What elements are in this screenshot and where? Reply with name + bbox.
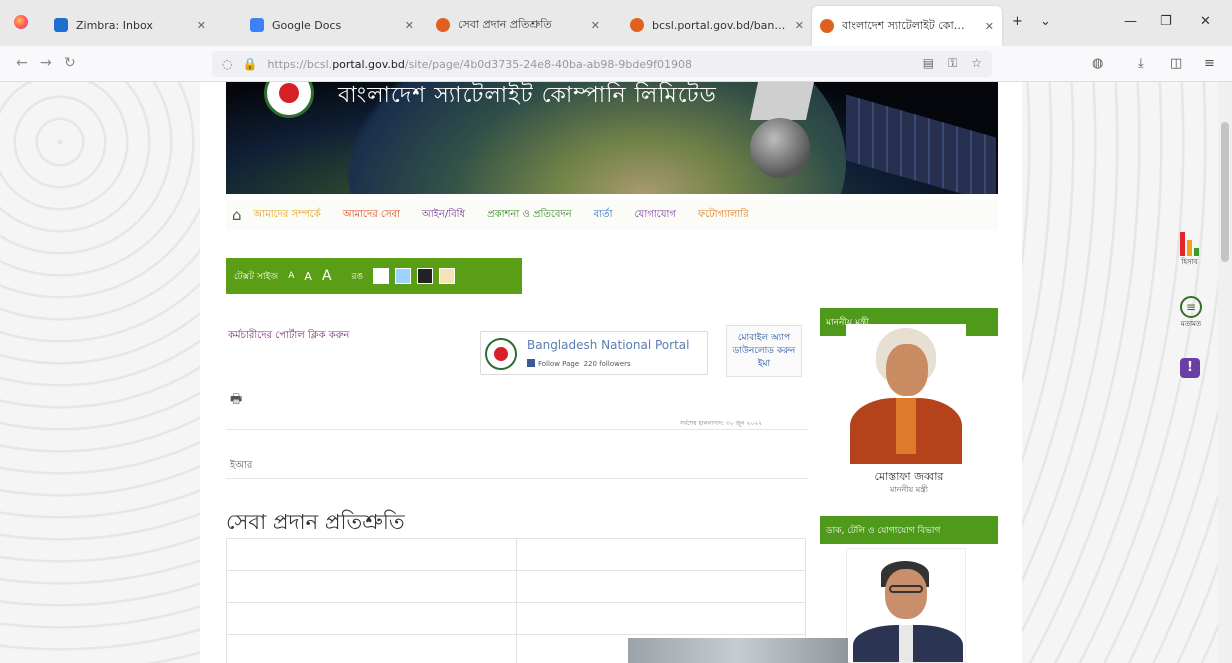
key-icon[interactable]: ⚿ (948, 56, 957, 71)
color-swatch-blue[interactable] (395, 268, 412, 284)
color-label: রঙ (351, 271, 364, 282)
menu-item-laws[interactable]: আইন/বিধি (422, 207, 465, 224)
divider (226, 478, 808, 479)
address-bar[interactable]: ◌ 🔒 https://bcsl. portal.gov.bd/site/page… (212, 51, 992, 77)
text-size-label: টেক্সট সাইজ (234, 271, 279, 282)
bookmark-star-icon[interactable]: ☆ (971, 56, 982, 71)
close-window-icon[interactable]: ✕ (1200, 14, 1211, 29)
text-size-increase[interactable]: A (322, 268, 332, 284)
page-content: বাংলাদেশ স্যাটেলাইট কোম্পানি লিমিটেড ⌂ আ… (200, 82, 1022, 663)
tab-zimbra[interactable]: Zimbra: Inbox ✕ (46, 8, 214, 42)
firefox-icon[interactable] (14, 15, 28, 29)
ref-text: ইআর (230, 460, 253, 471)
color-swatch-white[interactable] (373, 268, 390, 284)
home-icon[interactable]: ⌂ (232, 206, 242, 224)
last-updated: সর্বশেষ হালনাগাদ: ৩০ জুন ২০২২ (680, 420, 763, 427)
stats-widget[interactable]: হিসাব (1180, 230, 1199, 268)
tab-bcsl-portal[interactable]: bcsl.portal.gov.bd/bangladesh- ✕ (622, 8, 812, 42)
table-row (226, 538, 806, 571)
site-title: বাংলাদেশ স্যাটেলাইট কোম্পানি লিমিটেড (338, 83, 717, 108)
main-menu: ⌂ আমাদের সম্পর্কে আমাদের সেবা আইন/বিধি প… (226, 200, 998, 230)
print-icon[interactable]: 🖶 (230, 390, 242, 412)
facebook-follow[interactable]: Follow Page 220 followers (527, 359, 631, 368)
minimize-icon[interactable]: — (1124, 14, 1137, 29)
color-swatch-cream[interactable] (439, 268, 456, 284)
employee-portal-link[interactable]: কর্মচারীদের পোর্টাল ক্লিক করুন (228, 328, 349, 345)
text-size-normal[interactable]: A (304, 270, 312, 283)
menu-item-about[interactable]: আমাদের সম্পর্কে (254, 207, 321, 224)
zimbra-icon (54, 18, 68, 32)
info-icon: ! (1180, 358, 1200, 378)
page-viewport: বাংলাদেশ স্যাটেলাইট কোম্পানি লিমিটেড ⌂ আ… (0, 82, 1232, 663)
close-icon[interactable]: ✕ (405, 19, 414, 32)
site-banner: বাংলাদেশ স্যাটেলাইট কোম্পানি লিমিটেড (226, 82, 998, 194)
page-title: সেবা প্রদান প্রতিশ্রুতি (226, 510, 405, 534)
shield-toolbar-icon[interactable]: ◍ (1092, 56, 1103, 71)
reader-icon[interactable]: ▤ (923, 56, 934, 71)
chat-icon: ≡ (1180, 296, 1202, 318)
accessibility-bar: টেক্সট সাইজ A A A রঙ (226, 258, 522, 294)
portal-title[interactable]: Bangladesh National Portal (527, 338, 689, 352)
menu-item-publications[interactable]: প্রকাশনা ও প্রতিবেদন (487, 207, 572, 224)
table-row (226, 570, 806, 603)
tab-bcsl-active[interactable]: বাংলাদেশ স্যাটেলাইট কোম্পানি লি ✕ (812, 6, 1002, 46)
info-widget[interactable]: ! (1180, 358, 1200, 378)
menu-item-services[interactable]: আমাদের সেবা (343, 207, 400, 224)
menu-item-messages[interactable]: বার্তা (594, 207, 613, 224)
mobile-app-box[interactable]: মোবাইল অ্যাপ ডাউনলোড করুন ইমা (726, 325, 802, 377)
close-icon[interactable]: ✕ (795, 19, 804, 32)
browser-tab-bar: Zimbra: Inbox ✕ Google Docs ✕ সেবা প্রদা… (0, 0, 1232, 46)
secretary-photo[interactable] (846, 548, 966, 663)
close-icon[interactable]: ✕ (985, 20, 994, 33)
extensions-icon[interactable]: ◫ (1170, 56, 1182, 71)
menu-item-gallery[interactable]: ফটোগ্যালারি (698, 207, 749, 224)
maximize-icon[interactable]: ❐ (1160, 14, 1172, 29)
reload-icon[interactable]: ↻ (64, 55, 76, 71)
shield-icon: ◌ (222, 57, 233, 71)
menu-icon[interactable]: ≡ (1204, 56, 1215, 71)
table-row (226, 602, 806, 635)
facebook-icon (527, 359, 535, 367)
video-thumbnail-overlay (628, 638, 848, 663)
divider (226, 429, 808, 430)
portal-icon (436, 18, 450, 32)
minister-photo[interactable] (846, 324, 966, 464)
close-icon[interactable]: ✕ (197, 19, 206, 32)
tab-service-charter[interactable]: সেবা প্রদান প্রতিশ্রুতি ✕ (428, 8, 608, 42)
portal-icon (630, 18, 644, 32)
national-portal-widget[interactable]: Bangladesh National Portal Follow Page 2… (480, 331, 708, 375)
docs-icon (250, 18, 264, 32)
text-size-decrease[interactable]: A (288, 271, 294, 281)
satellite-image (726, 82, 996, 194)
back-icon[interactable]: ← (16, 55, 28, 71)
govt-logo[interactable] (264, 82, 314, 118)
portal-logo (485, 338, 517, 370)
download-icon[interactable]: ⤓ (1138, 56, 1144, 71)
tab-google-docs[interactable]: Google Docs ✕ (242, 8, 422, 42)
forward-icon[interactable]: → (40, 55, 52, 71)
feedback-widget[interactable]: ≡ মতামত (1180, 296, 1202, 330)
chevron-down-icon[interactable]: ⌄ (1040, 14, 1051, 29)
bar-chart-icon (1180, 230, 1199, 256)
menu-item-contact[interactable]: যোগাযোগ (635, 207, 676, 224)
browser-nav-bar: ← → ↻ ◌ 🔒 https://bcsl. portal.gov.bd/sit… (0, 46, 1232, 82)
vertical-scrollbar[interactable] (1218, 82, 1232, 663)
minister-role: মাননীয় মন্ত্রী (889, 485, 929, 494)
portal-icon (820, 19, 834, 33)
sidebar-heading-division: ডাক, টেলি ও যোগাযোগ বিভাগ (820, 516, 998, 544)
new-tab-icon[interactable]: + (1012, 14, 1023, 29)
close-icon[interactable]: ✕ (591, 19, 600, 32)
lock-icon: 🔒 (242, 57, 258, 71)
color-swatch-black[interactable] (417, 268, 434, 284)
